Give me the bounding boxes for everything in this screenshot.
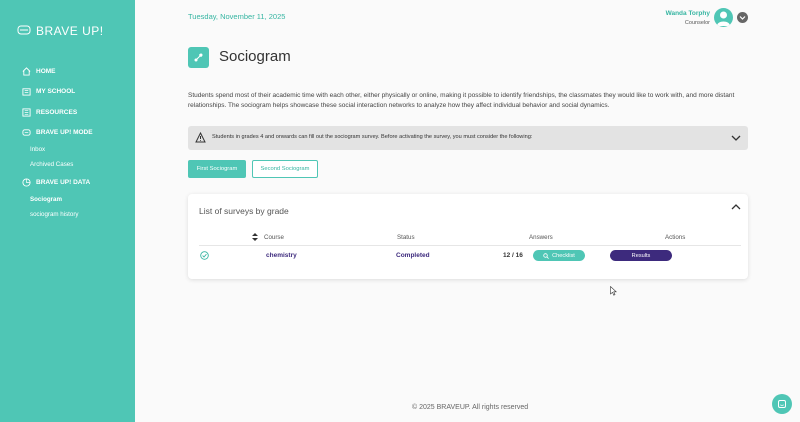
footer-text: © 2025 BRAVEUP. All rights reserved [412, 404, 529, 411]
sidebar: BRAVE UP! HOME MY SCHOOL RESOURCES BRAVE… [0, 0, 135, 422]
sidebar-item-label: MY SCHOOL [36, 88, 76, 95]
resources-icon [22, 108, 31, 117]
course-name[interactable]: chemistry [266, 252, 297, 259]
sidebar-item-home[interactable]: HOME [22, 67, 56, 76]
user-avatar-icon [717, 11, 730, 26]
user-info[interactable]: Wanda Torphy Counselor [666, 10, 710, 26]
avatar[interactable] [714, 8, 733, 27]
column-header-course[interactable]: Course [264, 234, 284, 241]
column-header-answers: Answers [529, 234, 553, 241]
sidebar-item-my-school[interactable]: MY SCHOOL [22, 87, 75, 96]
sidebar-item-label: HOME [36, 68, 56, 75]
header-divider [199, 245, 741, 246]
mouse-cursor-icon [610, 286, 617, 296]
sidebar-item-brave-up-mode[interactable]: BRAVE UP! MODE [22, 128, 93, 137]
sidebar-subitem-sociogram[interactable]: Sociogram [30, 196, 62, 203]
sidebar-subitem-inbox[interactable]: Inbox [30, 146, 45, 153]
sidebar-item-label: BRAVE UP! MODE [36, 129, 93, 136]
surveys-card: List of surveys by grade Course Status A… [188, 194, 748, 279]
user-menu-button[interactable] [737, 12, 748, 23]
search-icon [543, 252, 550, 259]
data-icon [22, 178, 31, 187]
notice-banner[interactable]: Students in grades 4 and onwards can fil… [188, 126, 748, 150]
chat-button[interactable] [772, 394, 792, 414]
user-role: Counselor [684, 20, 710, 26]
home-icon [22, 67, 31, 76]
first-sociogram-button[interactable]: First Sociogram [188, 160, 246, 178]
results-button[interactable]: Results [610, 250, 672, 261]
sidebar-item-brave-up-data[interactable]: BRAVE UP! DATA [22, 178, 90, 187]
notice-text: Students in grades 4 and onwards can fil… [212, 134, 533, 140]
column-header-actions: Actions [665, 234, 686, 241]
page-description: Students spend most of their academic ti… [188, 92, 735, 109]
user-name: Wanda Torphy [665, 10, 710, 17]
sidebar-item-label: BRAVE UP! DATA [36, 179, 91, 186]
second-sociogram-button[interactable]: Second Sociogram [252, 160, 318, 178]
sort-icon[interactable] [252, 233, 258, 241]
sociogram-icon [188, 47, 209, 68]
chevron-up-icon[interactable] [731, 203, 741, 211]
column-header-status: Status [397, 234, 415, 241]
sidebar-subitem-sociogram-history[interactable]: sociogram history [30, 211, 79, 218]
checklist-button[interactable]: Checklist [533, 250, 585, 261]
page-title: Sociogram [219, 48, 291, 65]
chat-icon [778, 400, 786, 408]
answers-count: 12 / 16 [503, 252, 523, 259]
brand-logo[interactable]: BRAVE UP! [17, 24, 104, 38]
sidebar-item-label: RESOURCES [36, 109, 78, 116]
sidebar-item-resources[interactable]: RESOURCES [22, 108, 77, 117]
logo-icon [17, 25, 31, 35]
chevron-down-icon[interactable] [731, 134, 741, 142]
logo-text: BRAVE UP! [36, 24, 104, 38]
current-date: Tuesday, November 11, 2025 [188, 12, 286, 21]
mode-icon [22, 129, 31, 136]
sidebar-subitem-archived-cases[interactable]: Archived Cases [30, 161, 73, 168]
check-circle-icon [200, 251, 209, 260]
surveys-title: List of surveys by grade [199, 206, 289, 216]
warning-icon [195, 132, 206, 143]
school-icon [22, 88, 31, 96]
status-text: Completed [396, 252, 430, 259]
chevron-down-icon [739, 16, 746, 20]
checklist-label: Checklist [552, 252, 575, 259]
